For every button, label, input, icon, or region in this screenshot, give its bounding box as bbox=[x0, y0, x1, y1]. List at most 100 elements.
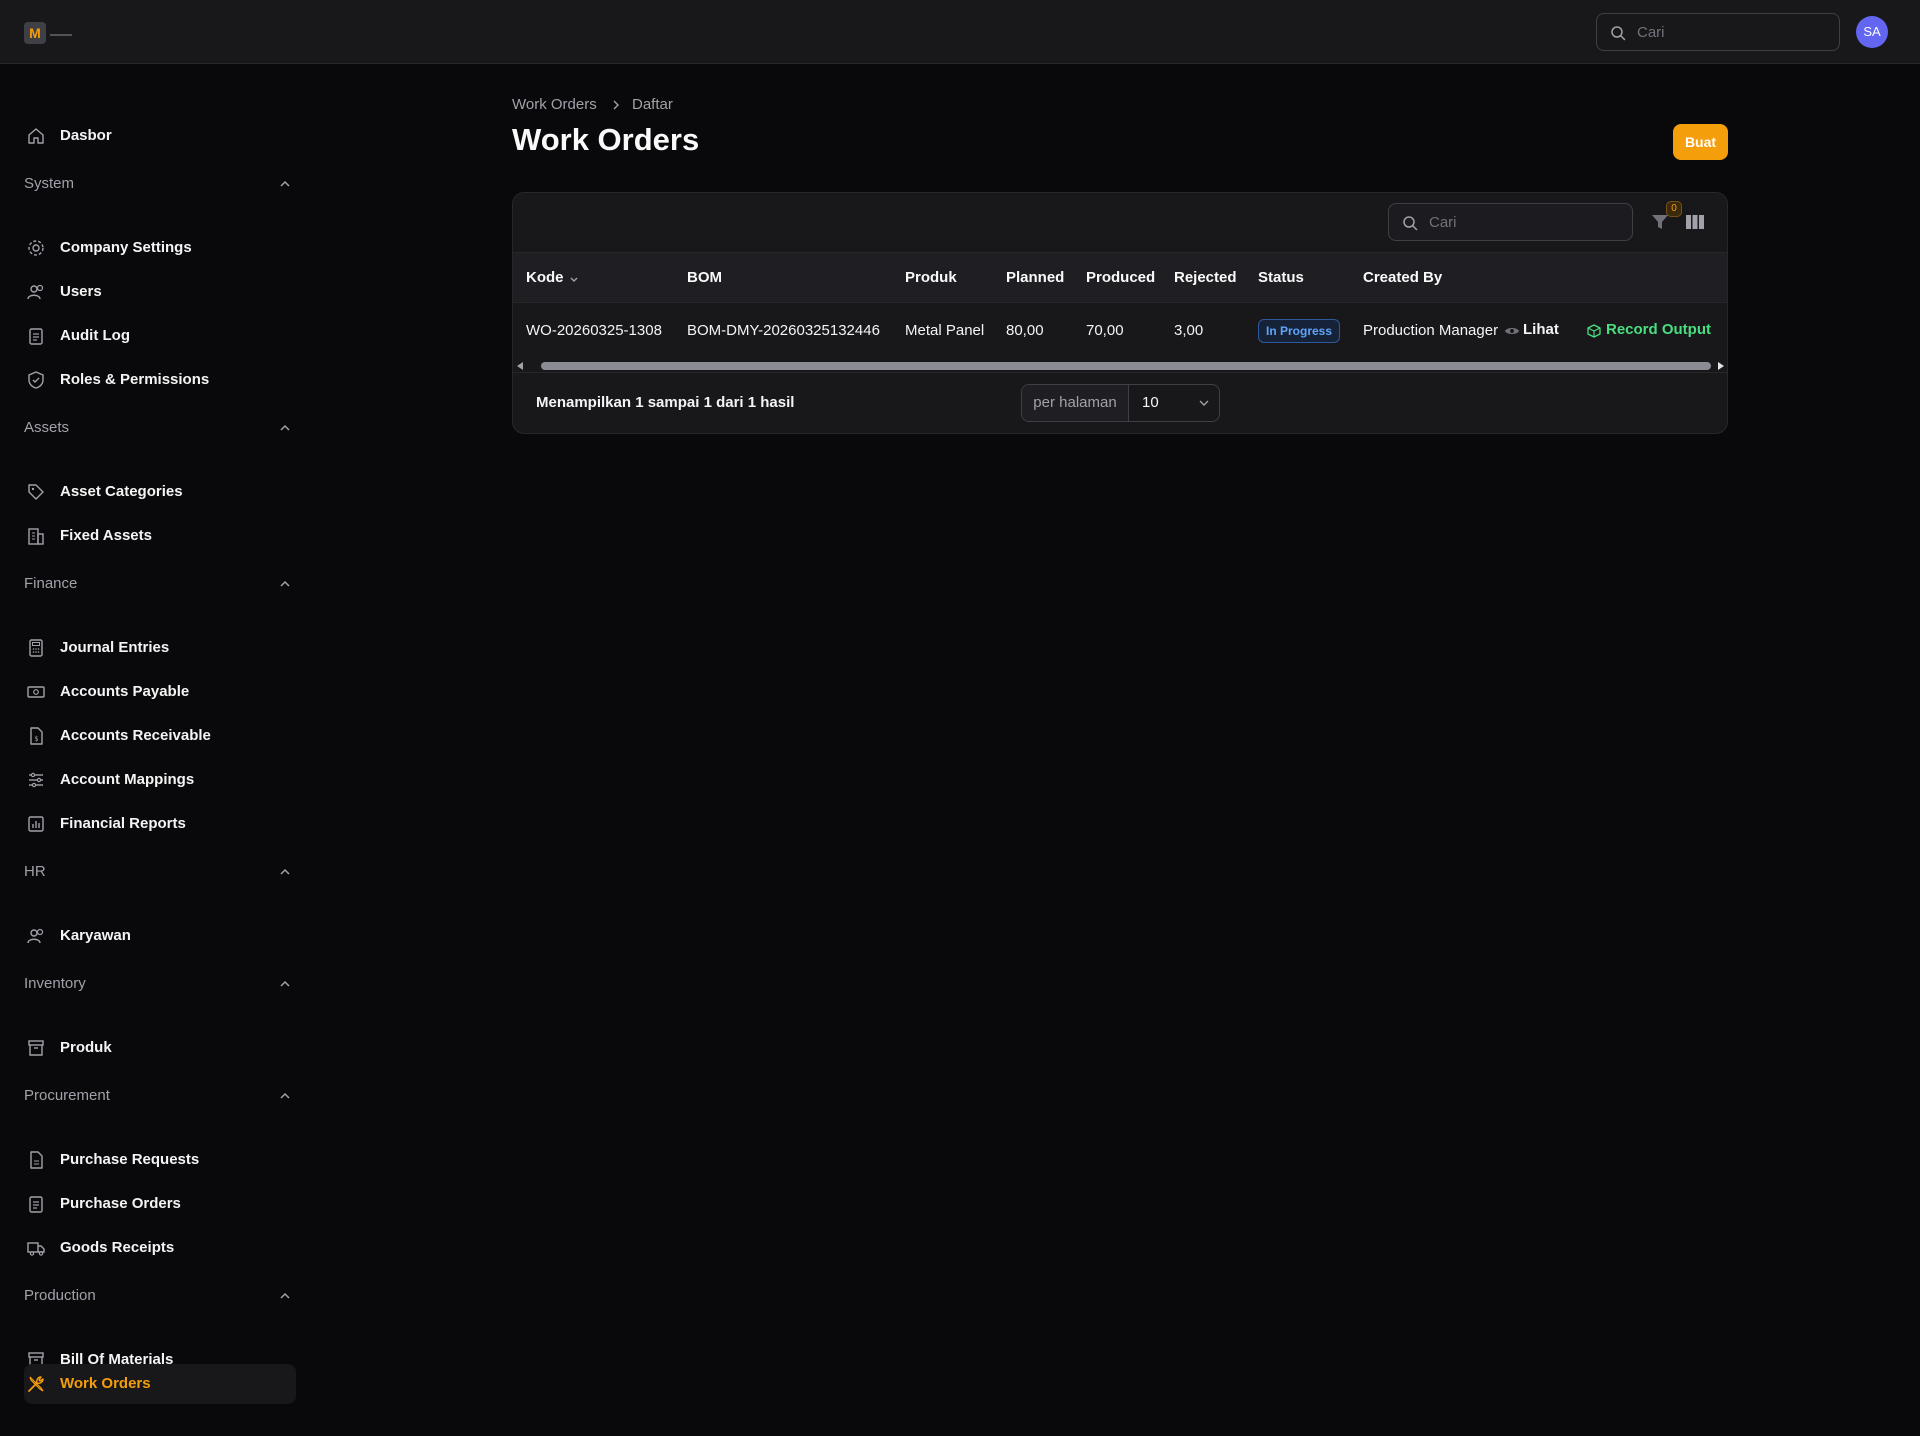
chevron-up-icon[interactable] bbox=[278, 1289, 292, 1303]
per-page-select[interactable]: per halaman 10 bbox=[1021, 384, 1220, 422]
truck-icon bbox=[27, 1242, 45, 1256]
cell-planned: 80,00 bbox=[1006, 322, 1044, 339]
group-label-hr: HR bbox=[24, 863, 46, 880]
sidebar-item-roles-permissions[interactable]: Roles & Permissions bbox=[24, 360, 296, 400]
columns-icon[interactable] bbox=[1685, 213, 1705, 231]
logo-wordmark bbox=[50, 34, 72, 36]
clipboard-icon bbox=[29, 328, 43, 345]
sidebar-item-accounts-payable[interactable]: Accounts Payable bbox=[24, 672, 296, 712]
chevron-down-icon bbox=[1199, 400, 1209, 406]
table-header: Kode BOM Produk Planned Produced Rejecte… bbox=[513, 253, 1727, 303]
table-row[interactable]: WO-20260325-1308 BOM-DMY-20260325132446 … bbox=[513, 303, 1727, 359]
sidebar-item-purchase-requests[interactable]: Purchase Requests bbox=[24, 1140, 296, 1180]
eye-icon[interactable] bbox=[1504, 325, 1520, 337]
sidebar-item-karyawan[interactable]: Karyawan bbox=[24, 916, 296, 956]
sidebar-item-label: Work Orders bbox=[60, 1375, 151, 1392]
app-logo[interactable]: M bbox=[24, 22, 46, 44]
global-search-placeholder: Cari bbox=[1637, 24, 1665, 41]
sidebar-item-fixed-assets[interactable]: Fixed Assets bbox=[24, 516, 296, 556]
view-button[interactable]: Lihat bbox=[1523, 321, 1559, 338]
sidebar-item-produk[interactable]: Produk bbox=[24, 1028, 296, 1068]
column-header-bom: BOM bbox=[687, 269, 722, 286]
sidebar-item-purchase-orders[interactable]: Purchase Orders bbox=[24, 1184, 296, 1224]
scrollbar-thumb[interactable] bbox=[541, 362, 1711, 370]
chevron-up-icon[interactable] bbox=[278, 1089, 292, 1103]
search-icon bbox=[1611, 26, 1626, 41]
document-icon bbox=[30, 1151, 43, 1169]
sidebar-item-users[interactable]: Users bbox=[24, 272, 296, 312]
sidebar-item-label: Goods Receipts bbox=[60, 1239, 175, 1256]
sidebar-item-label: Karyawan bbox=[60, 927, 131, 944]
sidebar-item-dashboard[interactable]: Dasbor bbox=[24, 116, 296, 156]
sidebar-item-label: Company Settings bbox=[60, 239, 192, 256]
record-output-button[interactable]: Record Output bbox=[1606, 321, 1711, 338]
chevron-up-icon[interactable] bbox=[278, 865, 292, 879]
sidebar-item-label: Accounts Payable bbox=[60, 683, 190, 700]
sidebar-item-asset-categories[interactable]: Asset Categories bbox=[24, 472, 296, 512]
sidebar-item-company-settings[interactable]: Company Settings bbox=[24, 228, 296, 268]
chevron-up-icon[interactable] bbox=[278, 977, 292, 991]
filter-count-badge: 0 bbox=[1666, 201, 1682, 217]
column-header-produced: Produced bbox=[1086, 269, 1156, 286]
top-bar: M Cari SA bbox=[0, 0, 1920, 64]
group-label-production: Production bbox=[24, 1287, 96, 1304]
per-page-value: 10 bbox=[1142, 394, 1159, 411]
breadcrumb-parent[interactable]: Work Orders bbox=[512, 96, 597, 113]
column-header-status: Status bbox=[1258, 269, 1304, 286]
archive-box-icon bbox=[28, 1040, 44, 1056]
sidebar-item-audit-log[interactable]: Audit Log bbox=[24, 316, 296, 356]
sliders-icon bbox=[29, 772, 43, 788]
cell-produced: 70,00 bbox=[1086, 322, 1124, 339]
calculator-icon bbox=[29, 639, 43, 657]
page-title: Work Orders bbox=[512, 122, 700, 157]
chevron-up-icon[interactable] bbox=[278, 421, 292, 435]
group-label-finance: Finance bbox=[24, 575, 78, 592]
sidebar-item-accounts-receivable[interactable]: $ Accounts Receivable bbox=[24, 716, 296, 756]
search-icon bbox=[1403, 216, 1418, 231]
column-header-created-by: Created By bbox=[1363, 269, 1443, 286]
sidebar-item-label: Produk bbox=[60, 1039, 112, 1056]
table-search-input[interactable]: Cari bbox=[1388, 203, 1633, 241]
table-card: Cari 0 Kode BOM Produk Planned Produced … bbox=[512, 192, 1728, 434]
cell-created-by: Production Manager bbox=[1363, 322, 1499, 339]
sidebar-item-label: Audit Log bbox=[60, 327, 130, 344]
cell-bom: BOM-DMY-20260325132446 bbox=[687, 322, 880, 339]
clipboard-list-icon bbox=[29, 1196, 43, 1213]
horizontal-scrollbar[interactable] bbox=[513, 359, 1727, 373]
sidebar-item-label: Dasbor bbox=[60, 127, 112, 144]
group-label-procurement: Procurement bbox=[24, 1087, 110, 1104]
sidebar-item-label: Journal Entries bbox=[60, 639, 170, 656]
sidebar-item-journal-entries[interactable]: Journal Entries bbox=[24, 628, 296, 668]
sidebar-item-goods-receipts[interactable]: Goods Receipts bbox=[24, 1228, 296, 1268]
sidebar-item-label: Purchase Requests bbox=[60, 1151, 200, 1168]
scroll-left-arrow[interactable] bbox=[517, 362, 523, 370]
global-search-input[interactable]: Cari bbox=[1596, 13, 1840, 51]
cube-icon[interactable] bbox=[1587, 324, 1601, 338]
user-avatar[interactable]: SA bbox=[1856, 16, 1888, 48]
users-icon bbox=[27, 284, 44, 300]
cell-kode: WO-20260325-1308 bbox=[526, 322, 662, 339]
tag-icon bbox=[28, 484, 44, 500]
sidebar-item-work-orders[interactable]: Work Orders bbox=[24, 1364, 296, 1404]
document-dollar-icon: $ bbox=[30, 727, 43, 745]
sidebar-item-label: Accounts Receivable bbox=[60, 727, 211, 744]
chevron-up-icon[interactable] bbox=[278, 577, 292, 591]
users-icon bbox=[27, 928, 44, 944]
sidebar-item-label: Financial Reports bbox=[60, 815, 186, 832]
column-header-planned: Planned bbox=[1006, 269, 1065, 286]
sidebar-item-label: Users bbox=[60, 283, 102, 300]
sidebar-item-label: Fixed Assets bbox=[60, 527, 152, 544]
shield-icon bbox=[28, 371, 44, 389]
column-header-produk: Produk bbox=[905, 269, 957, 286]
cell-rejected: 3,00 bbox=[1174, 322, 1204, 339]
scroll-right-arrow[interactable] bbox=[1718, 362, 1724, 370]
chevron-up-icon[interactable] bbox=[278, 177, 292, 191]
create-button[interactable]: Buat bbox=[1673, 124, 1728, 160]
sidebar-item-financial-reports[interactable]: Financial Reports bbox=[24, 804, 296, 844]
svg-text:$: $ bbox=[34, 735, 38, 743]
column-header-kode[interactable]: Kode bbox=[526, 269, 564, 286]
sidebar-item-account-mappings[interactable]: Account Mappings bbox=[24, 760, 296, 800]
chevron-down-icon[interactable] bbox=[569, 275, 579, 285]
status-badge: In Progress bbox=[1258, 319, 1341, 343]
table-search-placeholder: Cari bbox=[1429, 214, 1457, 231]
